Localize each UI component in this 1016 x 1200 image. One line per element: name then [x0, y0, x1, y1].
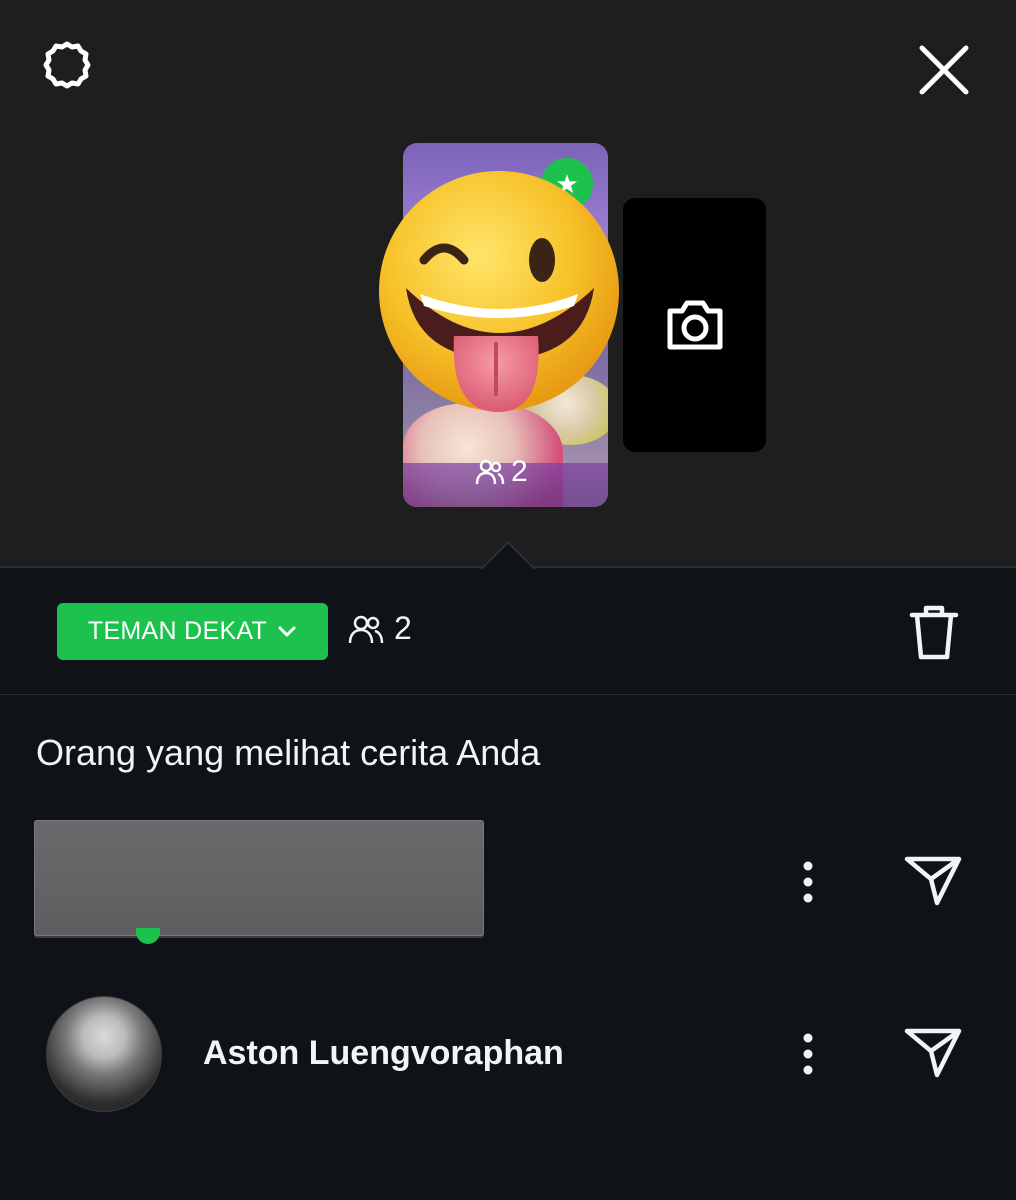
- audience-label: TEMAN DEKAT: [87, 617, 268, 645]
- more-options-button[interactable]: [788, 1024, 828, 1084]
- close-icon[interactable]: [914, 40, 974, 100]
- thumbnail-viewer-count: 2: [475, 455, 528, 489]
- more-vertical-icon: [803, 861, 813, 903]
- selection-pointer-fill: [482, 544, 534, 570]
- thumbnail-viewer-count-value: 2: [511, 455, 528, 488]
- viewers-section-title: Orang yang melihat cerita Anda: [36, 732, 541, 773]
- send-button[interactable]: [898, 1017, 968, 1087]
- winking-tongue-emoji-icon: [379, 171, 619, 412]
- people-icon: [475, 459, 505, 485]
- section-divider: [0, 694, 1016, 695]
- more-vertical-icon: [803, 1033, 813, 1075]
- send-icon: [904, 1028, 962, 1078]
- add-story-camera-card[interactable]: [623, 198, 766, 452]
- chevron-down-icon: [278, 626, 296, 636]
- avatar[interactable]: [46, 996, 162, 1112]
- viewer-count[interactable]: 2: [348, 610, 412, 647]
- camera-icon: [667, 300, 722, 350]
- people-icon: [348, 615, 384, 643]
- trash-icon[interactable]: [904, 600, 964, 664]
- redacted-viewer-block: [34, 820, 484, 936]
- viewer-count-value: 2: [394, 610, 412, 646]
- audience-dropdown-button[interactable]: TEMAN DEKAT: [57, 603, 328, 660]
- more-options-button[interactable]: [788, 852, 828, 912]
- send-button[interactable]: [898, 845, 968, 915]
- viewer-name[interactable]: Aston Luengvoraphan: [203, 1034, 564, 1073]
- gear-icon[interactable]: [36, 38, 98, 100]
- send-icon: [904, 856, 962, 906]
